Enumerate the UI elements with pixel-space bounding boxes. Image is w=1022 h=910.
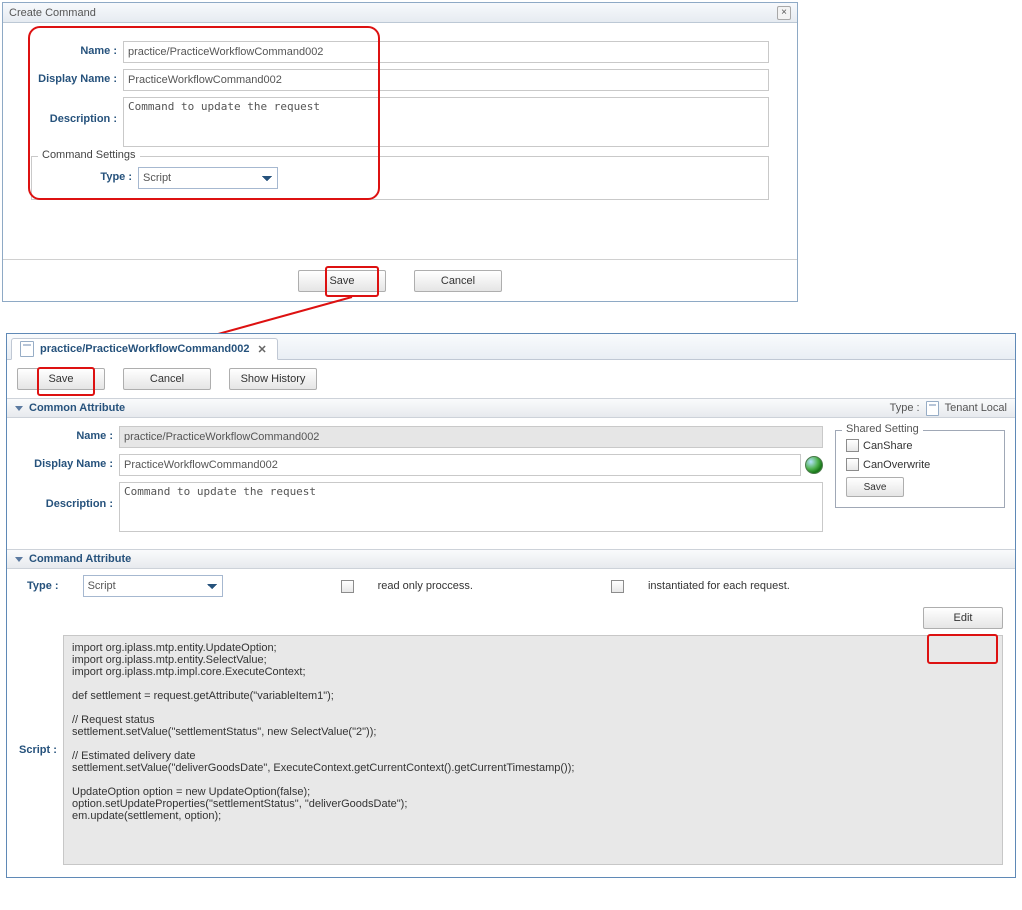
show-history-button[interactable]: Show History bbox=[229, 368, 317, 390]
editor-panel: practice/PracticeWorkflowCommand002 ✕ Sa… bbox=[6, 333, 1016, 878]
chevron-down-icon bbox=[15, 406, 23, 411]
label-name: Name : bbox=[31, 41, 117, 57]
document-icon bbox=[926, 401, 939, 416]
tab-label: practice/PracticeWorkflowCommand002 bbox=[40, 343, 249, 355]
section-command-attribute[interactable]: Command Attribute bbox=[7, 549, 1015, 569]
command-settings-fieldset: Command Settings Type : Script bbox=[31, 156, 769, 200]
fieldset-title: Command Settings bbox=[38, 149, 140, 161]
read-only-label: read only proccess. bbox=[378, 580, 473, 592]
script-code[interactable]: import org.iplass.mtp.entity.UpdateOptio… bbox=[63, 635, 1003, 865]
type-value: Tenant Local bbox=[945, 402, 1007, 414]
canoverwrite-checkbox[interactable] bbox=[846, 458, 859, 471]
section-title: Common Attribute bbox=[29, 402, 125, 414]
cancel-button[interactable]: Cancel bbox=[123, 368, 211, 390]
description-input[interactable] bbox=[119, 482, 823, 532]
tab[interactable]: practice/PracticeWorkflowCommand002 ✕ bbox=[11, 338, 278, 360]
label-type: Type : bbox=[46, 167, 132, 183]
label-name: Name : bbox=[17, 426, 113, 442]
globe-icon[interactable] bbox=[805, 456, 823, 474]
type-select[interactable]: Script bbox=[138, 167, 278, 189]
display-name-input[interactable] bbox=[123, 69, 769, 91]
label-display-name: Display Name : bbox=[17, 454, 113, 470]
edit-button[interactable]: Edit bbox=[923, 607, 1003, 629]
save-button[interactable]: Save bbox=[17, 368, 105, 390]
dialog-titlebar: Create Command × bbox=[3, 3, 797, 23]
section-common-attribute[interactable]: Common Attribute Type : Tenant Local bbox=[7, 398, 1015, 418]
instantiated-checkbox[interactable] bbox=[611, 580, 624, 593]
label-description: Description : bbox=[31, 97, 117, 125]
toolbar: Save Cancel Show History bbox=[7, 360, 1015, 398]
label-script: Script : bbox=[19, 635, 63, 865]
dialog-title: Create Command bbox=[9, 3, 96, 23]
cancel-button[interactable]: Cancel bbox=[414, 270, 502, 292]
read-only-checkbox[interactable] bbox=[341, 580, 354, 593]
tab-close-icon[interactable]: ✕ bbox=[255, 343, 268, 356]
shared-setting-title: Shared Setting bbox=[842, 423, 923, 435]
dialog-footer: Save Cancel bbox=[3, 259, 797, 301]
section-title: Command Attribute bbox=[29, 553, 131, 565]
display-name-input[interactable] bbox=[119, 454, 801, 476]
label-description: Description : bbox=[17, 482, 113, 510]
canshare-checkbox[interactable] bbox=[846, 439, 859, 452]
canshare-label: CanShare bbox=[863, 440, 913, 452]
save-button[interactable]: Save bbox=[298, 270, 386, 292]
type-select[interactable]: Script bbox=[83, 575, 223, 597]
chevron-down-icon bbox=[15, 557, 23, 562]
shared-setting-box: Shared Setting CanShare CanOverwrite Sav… bbox=[835, 430, 1005, 508]
label-type: Type : bbox=[27, 580, 59, 592]
document-icon bbox=[20, 341, 34, 357]
label-display-name: Display Name : bbox=[31, 69, 117, 85]
tab-bar: practice/PracticeWorkflowCommand002 ✕ bbox=[7, 334, 1015, 360]
description-input[interactable] bbox=[123, 97, 769, 147]
close-icon[interactable]: × bbox=[777, 6, 791, 20]
type-label: Type : bbox=[890, 402, 920, 414]
create-command-dialog: Create Command × Name : Display Name : D… bbox=[2, 2, 798, 302]
command-attribute-row: Type : Script read only proccess. instan… bbox=[7, 569, 1015, 603]
name-input[interactable] bbox=[119, 426, 823, 448]
shared-save-button[interactable]: Save bbox=[846, 477, 904, 497]
name-input[interactable] bbox=[123, 41, 769, 63]
canoverwrite-label: CanOverwrite bbox=[863, 459, 930, 471]
instantiated-label: instantiated for each request. bbox=[648, 580, 790, 592]
